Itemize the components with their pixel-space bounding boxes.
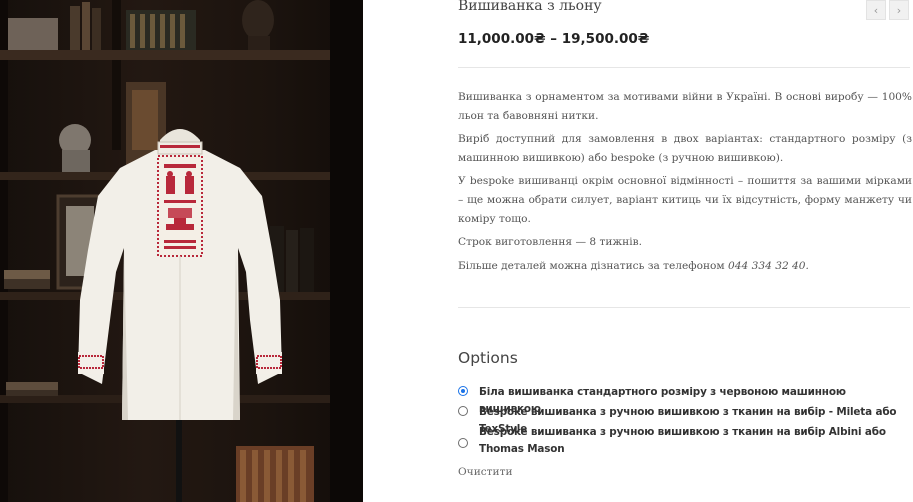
divider bbox=[458, 67, 910, 68]
product-image[interactable] bbox=[0, 0, 363, 502]
description-paragraph: У bespoke вишиванці окрім основної відмі… bbox=[458, 175, 912, 225]
radio-icon[interactable] bbox=[458, 438, 468, 448]
contact-text: Більше деталей можна дізнатись за телефо… bbox=[458, 259, 725, 272]
description-paragraph: Строк виготовлення — 8 тижнів. bbox=[458, 236, 642, 249]
description-paragraph: Вишиванка з орнаментом за мотивами війни… bbox=[458, 91, 912, 122]
options-heading: Options bbox=[458, 349, 518, 367]
chevron-left-icon: ‹ bbox=[873, 4, 879, 17]
product-description: Вишиванка з орнаментом за мотивами війни… bbox=[458, 88, 912, 280]
radio-selected-icon[interactable] bbox=[458, 386, 468, 396]
divider bbox=[458, 307, 910, 308]
chevron-right-icon: › bbox=[896, 4, 902, 17]
clear-options-link[interactable]: Очистити bbox=[458, 466, 513, 478]
radio-icon[interactable] bbox=[458, 406, 468, 416]
product-price: 11,000.00₴ – 19,500.00₴ bbox=[458, 31, 650, 47]
description-contact: Більше деталей можна дізнатись за телефо… bbox=[458, 257, 912, 276]
next-product-button[interactable]: › bbox=[889, 0, 909, 20]
description-paragraph: Виріб доступний для замовлення в двох ва… bbox=[458, 133, 912, 164]
phone-number: 044 334 32 40. bbox=[728, 259, 809, 272]
option-label: Bespoke вишиванка з ручною вишивкою з тк… bbox=[479, 426, 886, 455]
option-bespoke-albini[interactable]: Bespoke вишиванка з ручною вишивкою з тк… bbox=[458, 424, 899, 458]
prev-product-button[interactable]: ‹ bbox=[866, 0, 886, 20]
product-title: Вишиванка з льону bbox=[458, 0, 602, 14]
